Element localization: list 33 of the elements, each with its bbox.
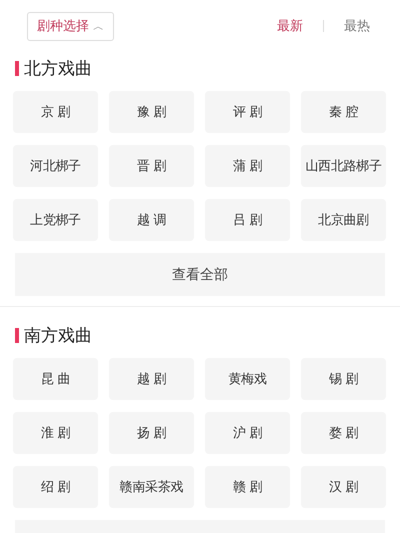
genre-tile[interactable]: 越 调 (109, 199, 194, 241)
section-marker (15, 328, 19, 342)
view-all-button[interactable]: 查看全部 (15, 253, 385, 296)
genre-tile[interactable]: 京 剧 (13, 91, 98, 133)
genre-filter-button[interactable]: 剧种选择 ︿ (27, 12, 114, 40)
genre-tile[interactable]: 山西北路梆子 (301, 145, 386, 187)
genre-tile[interactable]: 蒲 剧 (205, 145, 290, 187)
genre-tile[interactable]: 汉 剧 (301, 466, 386, 508)
section-title: 南方戏曲 (24, 324, 92, 346)
genre-tile[interactable]: 黄梅戏 (205, 358, 290, 400)
genre-tile[interactable]: 晋 剧 (109, 145, 194, 187)
genre-tile[interactable]: 赣 剧 (205, 466, 290, 508)
caret-icon: ︿ (93, 18, 104, 34)
genre-tile[interactable]: 沪 剧 (205, 412, 290, 454)
sort-tab[interactable]: 最新 (269, 17, 311, 35)
section-marker (15, 60, 19, 76)
genre-tile[interactable]: 赣南采茶戏 (109, 466, 194, 508)
genre-tile[interactable]: 绍 剧 (13, 466, 98, 508)
genre-tile[interactable]: 评 剧 (205, 91, 290, 133)
genre-tile[interactable]: 吕 剧 (205, 199, 290, 241)
sort-tab[interactable]: 最热 (336, 17, 378, 35)
genre-tile[interactable]: 扬 剧 (109, 412, 194, 454)
genre-tile[interactable]: 河北梆子 (13, 145, 98, 187)
section-title: 北方戏曲 (24, 58, 92, 80)
genre-tile[interactable]: 上党梆子 (13, 199, 98, 241)
genre-tile[interactable]: 婺 剧 (301, 412, 386, 454)
genre-tile[interactable]: 北京曲剧 (301, 199, 386, 241)
genre-tile[interactable]: 秦 腔 (301, 91, 386, 133)
genre-tile[interactable]: 越 剧 (109, 358, 194, 400)
genre-tile[interactable]: 锡 剧 (301, 358, 386, 400)
genre-tile[interactable]: 豫 剧 (109, 91, 194, 133)
genre-tile[interactable]: 昆 曲 (13, 358, 98, 400)
genre-tile[interactable]: 淮 剧 (13, 412, 98, 454)
